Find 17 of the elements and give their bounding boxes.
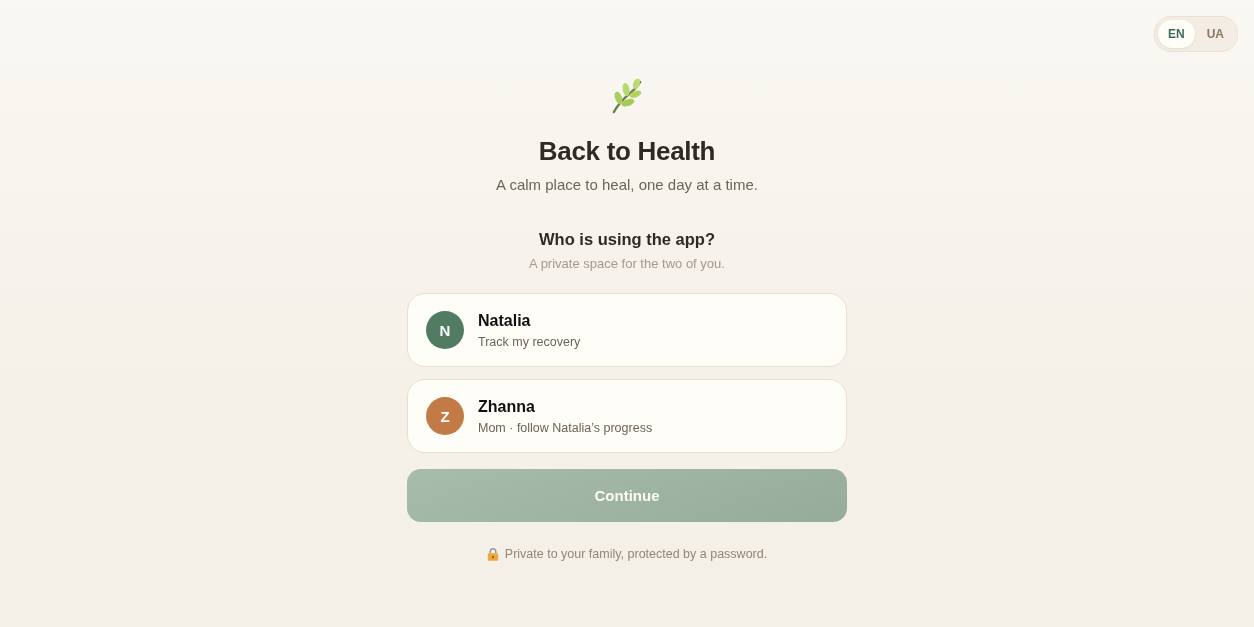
profile-card[interactable]: Z Zhanna Mom · follow Natalia’s progress [407, 379, 847, 453]
app-title: Back to Health [538, 135, 716, 167]
profile-name: Natalia [478, 310, 532, 331]
profile-description: Track my recovery [478, 333, 581, 350]
prompt-title: Who is using the app? [539, 229, 715, 250]
avatar: Z [426, 397, 464, 435]
herb-icon [610, 79, 644, 115]
profile-description: Mom · follow Natalia’s progress [478, 419, 653, 436]
lock-icon [486, 547, 499, 561]
app-tagline: A calm place to heal, one day at a time. [496, 175, 758, 195]
language-option[interactable]: UA [1196, 20, 1234, 48]
privacy-note: Private to your family, protected by a password. [504, 546, 768, 563]
language-option[interactable]: EN [1158, 20, 1195, 48]
profile-name: Zhanna [478, 396, 536, 417]
prompt-subtitle: A private space for the two of you. [529, 255, 725, 273]
avatar: N [426, 311, 464, 349]
profile-card[interactable]: N Natalia Track my recovery [407, 293, 847, 367]
